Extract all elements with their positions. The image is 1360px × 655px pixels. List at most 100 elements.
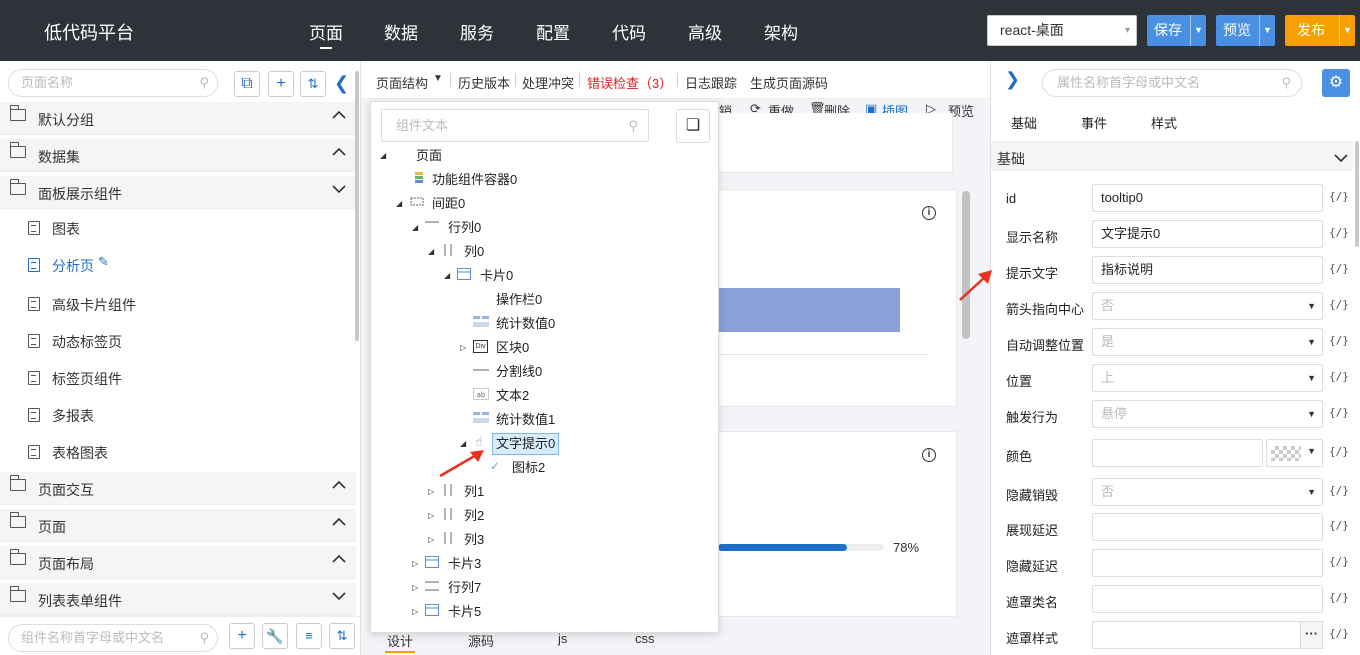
tab-style[interactable]: 样式 bbox=[1151, 113, 1177, 132]
tree-node-card3[interactable]: 卡片3 bbox=[448, 553, 481, 575]
log-trace-button[interactable]: 日志跟踪 bbox=[685, 73, 737, 92]
tree-expand-toggle[interactable]: ▷ bbox=[412, 607, 418, 616]
tree-expand-toggle[interactable]: ◢ bbox=[444, 271, 450, 280]
page-item-dynamic-tabs[interactable]: 动态标签页 bbox=[0, 322, 356, 359]
tree-expand-toggle[interactable]: ◢ bbox=[396, 199, 402, 208]
code-binding-button[interactable]: {/} bbox=[1329, 627, 1349, 640]
code-binding-button[interactable]: {/} bbox=[1329, 555, 1349, 568]
history-button[interactable]: 历史版本 bbox=[458, 73, 510, 92]
group-list-form[interactable]: 列表表单组件 bbox=[0, 583, 356, 616]
add-folder-icon[interactable]: ⧉ bbox=[234, 71, 260, 97]
component-search-input[interactable]: 组件名称首字母或中文名 ⚲ bbox=[8, 624, 218, 652]
tree-node-actionbar[interactable]: 操作栏0 bbox=[496, 289, 542, 311]
tree-node-col1[interactable]: 列1 bbox=[464, 481, 484, 503]
tree-node-col0[interactable]: 列0 bbox=[464, 241, 484, 263]
code-binding-button[interactable]: {/} bbox=[1329, 370, 1349, 383]
prop-mask-style-input[interactable] bbox=[1092, 621, 1301, 649]
chevron-down-icon[interactable]: ▼ bbox=[433, 73, 443, 84]
add-page-button[interactable]: + bbox=[268, 71, 294, 97]
env-select[interactable]: react-桌面 ▾ bbox=[987, 15, 1137, 46]
code-binding-button[interactable]: {/} bbox=[1329, 484, 1349, 497]
prop-mask-class-input[interactable] bbox=[1092, 585, 1323, 613]
wrench-icon[interactable]: 🔧 bbox=[262, 623, 288, 649]
canvas-card-chart[interactable]: i bbox=[717, 189, 957, 407]
error-check-button[interactable]: 错误检查（3） bbox=[587, 73, 672, 92]
info-icon[interactable]: i bbox=[922, 206, 936, 220]
resolve-conflict-button[interactable]: 处理冲突 bbox=[522, 73, 574, 92]
group-default[interactable]: 默认分组 bbox=[0, 102, 356, 135]
code-binding-button[interactable]: {/} bbox=[1329, 226, 1349, 239]
nav-page[interactable]: 页面 bbox=[309, 19, 343, 44]
more-icon[interactable]: ··· bbox=[1300, 621, 1323, 649]
tree-expand-toggle[interactable]: ◢ bbox=[428, 247, 434, 256]
prop-destroy-on-hide-select[interactable]: 否 ▼ bbox=[1092, 478, 1323, 506]
tab-basic[interactable]: 基础 bbox=[1011, 113, 1037, 132]
tree-search-input[interactable]: 组件文本 ⚲ bbox=[381, 109, 649, 142]
code-binding-button[interactable]: {/} bbox=[1329, 262, 1349, 275]
save-button[interactable]: 保存 ▼ bbox=[1147, 15, 1206, 46]
prop-id-input[interactable]: tooltip0 bbox=[1092, 184, 1323, 212]
tree-node-card0[interactable]: 卡片0 bbox=[480, 265, 513, 287]
expand-panel-icon[interactable]: ❯ bbox=[1005, 69, 1020, 90]
group-dataset[interactable]: 数据集 bbox=[0, 139, 356, 172]
page-item-analysis[interactable]: 分析页 ✎ bbox=[0, 246, 356, 283]
tree-node-icon2[interactable]: 图标2 bbox=[512, 457, 545, 479]
tree-expand-toggle[interactable]: ▷ bbox=[428, 487, 434, 496]
nav-config[interactable]: 配置 bbox=[536, 19, 570, 44]
code-binding-button[interactable]: {/} bbox=[1329, 406, 1349, 419]
save-dropdown-icon[interactable]: ▼ bbox=[1190, 15, 1206, 46]
prop-trigger-select[interactable]: 悬停 ▼ bbox=[1092, 400, 1323, 428]
prop-auto-adjust-select[interactable]: 是 ▼ bbox=[1092, 328, 1323, 356]
code-binding-button[interactable]: {/} bbox=[1329, 445, 1349, 458]
tree-node-row7[interactable]: 行列7 bbox=[448, 577, 481, 599]
prop-color-input[interactable] bbox=[1092, 439, 1263, 467]
gear-icon[interactable]: ⚙ bbox=[1322, 69, 1350, 97]
prop-display-name-input[interactable]: 文字提示0 bbox=[1092, 220, 1323, 248]
tree-node-stat1[interactable]: 统计数值1 bbox=[496, 409, 555, 431]
tree-node-col3[interactable]: 列3 bbox=[464, 529, 484, 551]
tree-expand-toggle[interactable]: ▷ bbox=[412, 583, 418, 592]
pin-icon[interactable]: ❏ bbox=[676, 109, 710, 143]
property-search-input[interactable]: 属性名称首字母或中文名 ⚲ bbox=[1042, 69, 1302, 97]
canvas-card-progress[interactable]: i 78% bbox=[717, 431, 957, 617]
code-binding-button[interactable]: {/} bbox=[1329, 298, 1349, 311]
code-binding-button[interactable]: {/} bbox=[1329, 334, 1349, 347]
page-item-multi-report[interactable]: 多报表 bbox=[0, 396, 356, 433]
tree-node-page[interactable]: 页面 bbox=[416, 145, 442, 167]
tree-node-tooltip0[interactable]: 文字提示0 bbox=[496, 433, 555, 455]
tab-events[interactable]: 事件 bbox=[1081, 113, 1107, 132]
tree-expand-toggle[interactable]: ▷ bbox=[460, 343, 466, 352]
tree-node-spacing[interactable]: 间距0 bbox=[432, 193, 465, 215]
group-page-layout[interactable]: 页面布局 bbox=[0, 546, 356, 579]
page-item-tabs[interactable]: 标签页组件 bbox=[0, 359, 356, 396]
tree-expand-toggle[interactable]: ◢ bbox=[380, 151, 386, 160]
info-icon[interactable]: i bbox=[922, 448, 936, 462]
nav-data[interactable]: 数据 bbox=[384, 19, 418, 44]
prop-tooltip-text-input[interactable]: 指标说明 bbox=[1092, 256, 1323, 284]
page-structure-button[interactable]: 页面结构 bbox=[376, 73, 428, 92]
prop-placement-select[interactable]: 上 ▼ bbox=[1092, 364, 1323, 392]
preview-button[interactable]: 预览 ▼ bbox=[1216, 15, 1275, 46]
page-search-input[interactable]: 页面名称 ⚲ bbox=[8, 69, 218, 97]
code-binding-button[interactable]: {/} bbox=[1329, 519, 1349, 532]
tree-node-divider0[interactable]: 分割线0 bbox=[496, 361, 542, 383]
color-picker[interactable]: ▼ bbox=[1266, 439, 1323, 467]
nav-code[interactable]: 代码 bbox=[612, 19, 646, 44]
group-page-interaction[interactable]: 页面交互 bbox=[0, 472, 356, 505]
list-order-icon[interactable]: ≡ bbox=[296, 623, 322, 649]
page-item-table-chart[interactable]: 表格图表 bbox=[0, 433, 356, 470]
tree-node-func-container[interactable]: 功能组件容器0 bbox=[432, 169, 517, 191]
page-item-advanced-card[interactable]: 高级卡片组件 bbox=[0, 285, 356, 322]
tree-expand-toggle[interactable]: ▷ bbox=[412, 559, 418, 568]
prop-arrow-center-select[interactable]: 否 ▼ bbox=[1092, 292, 1323, 320]
tree-node-block0[interactable]: 区块0 bbox=[496, 337, 529, 359]
group-page[interactable]: 页面 bbox=[0, 509, 356, 542]
left-scrollbar[interactable] bbox=[355, 71, 359, 341]
tree-node-card5[interactable]: 卡片5 bbox=[448, 601, 481, 623]
right-scrollbar[interactable] bbox=[1355, 141, 1359, 247]
tree-node-stat0[interactable]: 统计数值0 bbox=[496, 313, 555, 335]
edit-pencil-icon[interactable]: ✎ bbox=[98, 254, 109, 270]
tree-node-text2[interactable]: 文本2 bbox=[496, 385, 529, 407]
canvas-scrollbar[interactable] bbox=[962, 191, 970, 339]
prop-hide-delay-input[interactable] bbox=[1092, 549, 1323, 577]
